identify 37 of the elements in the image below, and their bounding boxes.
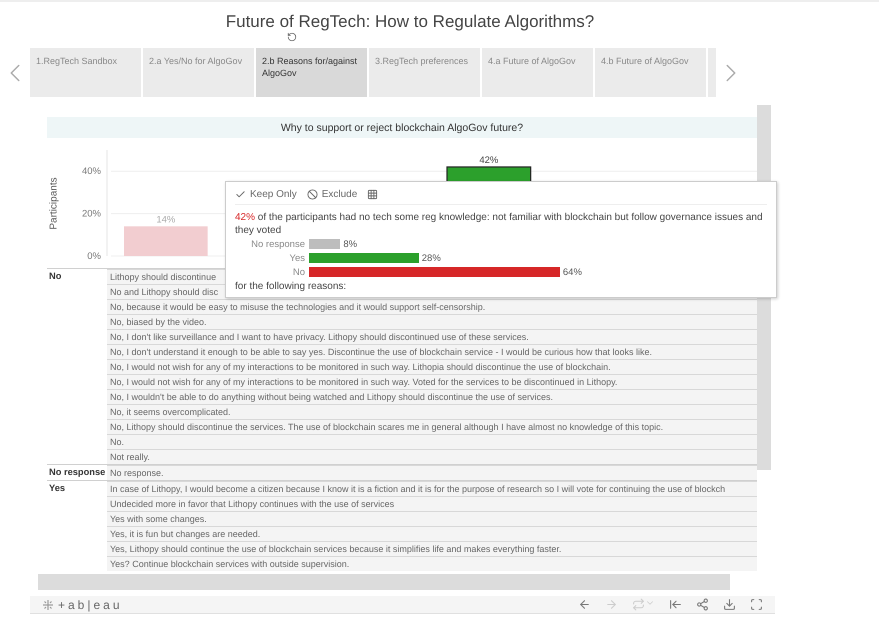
chart-heading: Why to support or reject blockchain AlgoGov future? <box>47 117 757 138</box>
bar-label: No response <box>250 238 306 250</box>
table-cell: No, I don't like surveillance and I want to have privacy. Lithopy should discontinued use of these services. <box>107 329 757 344</box>
table-cell: In case of Lithopy, I would become a citizen because I know it is a fiction and it is for the purpose of research so I will vote for continuing the use of blockch <box>107 481 757 496</box>
tooltip-text: 42% of the participants had no tech some reg knowledge: not familiar with blockchain but follow governance issues and they voted <box>235 211 764 237</box>
table-cell: Not really. <box>107 449 757 464</box>
data-label: 14% <box>156 214 176 226</box>
bar-value: 64% <box>562 266 582 278</box>
group-label: Yes <box>48 482 66 495</box>
axis-tick-label: 40% <box>82 166 101 178</box>
axis-title: Participants <box>48 176 60 230</box>
table-cell: No, I don't understand it enough to be able to say yes. Discontinue the use of blockchain service - I would be curious how that looks like. <box>107 344 757 359</box>
table-cell: No, biased by the video. <box>107 314 757 329</box>
table-cell: No, I would not wish for any of my interactions to be monitored in such way. Voted for the services to be discontinued in Lithopy. <box>107 374 757 389</box>
table-cell: No, Lithopy should discontinue the services. The use of blockchain scares me in general although I have almost no knowledge of this topic. <box>107 419 757 434</box>
data-label: 42% <box>479 154 498 166</box>
dashboard-title: Future of RegTech: How to Regulate Algorithms? <box>224 12 596 32</box>
axis-tick-label: 20% <box>82 208 101 220</box>
bar-label: No <box>292 266 306 278</box>
group-label: No <box>48 270 62 283</box>
table-cell: No, I would not wish for any of my interactions to be monitored in such way. Lithopia should discontinue the use of blockchain. <box>107 359 757 374</box>
table-cell: Yes with some changes. <box>107 511 757 526</box>
table-cell: Yes, Lithopy should continue the use of blockchain services because it simplifies life and makes everything faster. <box>107 541 757 556</box>
bar-value: 28% <box>422 252 441 264</box>
table-cell: Yes? Continue blockchain services with outside supervision. <box>107 556 757 571</box>
logo-wordmark: +ab|eau <box>58 598 122 612</box>
bar-value: 8% <box>343 238 358 250</box>
table-cell: No, because it would be easy to misuse the technologies and it would support self-censorship. <box>107 299 757 314</box>
table-cell: No, it seems overcomplicated. <box>107 404 757 419</box>
table-cell: No response. <box>107 465 757 480</box>
table-cell: Undecided more in favor that Lithopy continues with the use of services <box>107 496 757 511</box>
group-label: No response <box>48 466 106 479</box>
table-cell: No. <box>107 434 757 449</box>
table-cell: No, I wouldn't be able to do anything without being watched and Lithopy should discontinue the use of services. <box>107 389 757 404</box>
axis-tick-label: 0% <box>87 251 101 262</box>
bar-label: Yes <box>288 252 306 264</box>
table-cell: Yes, it is fun but changes are needed. <box>107 526 757 541</box>
